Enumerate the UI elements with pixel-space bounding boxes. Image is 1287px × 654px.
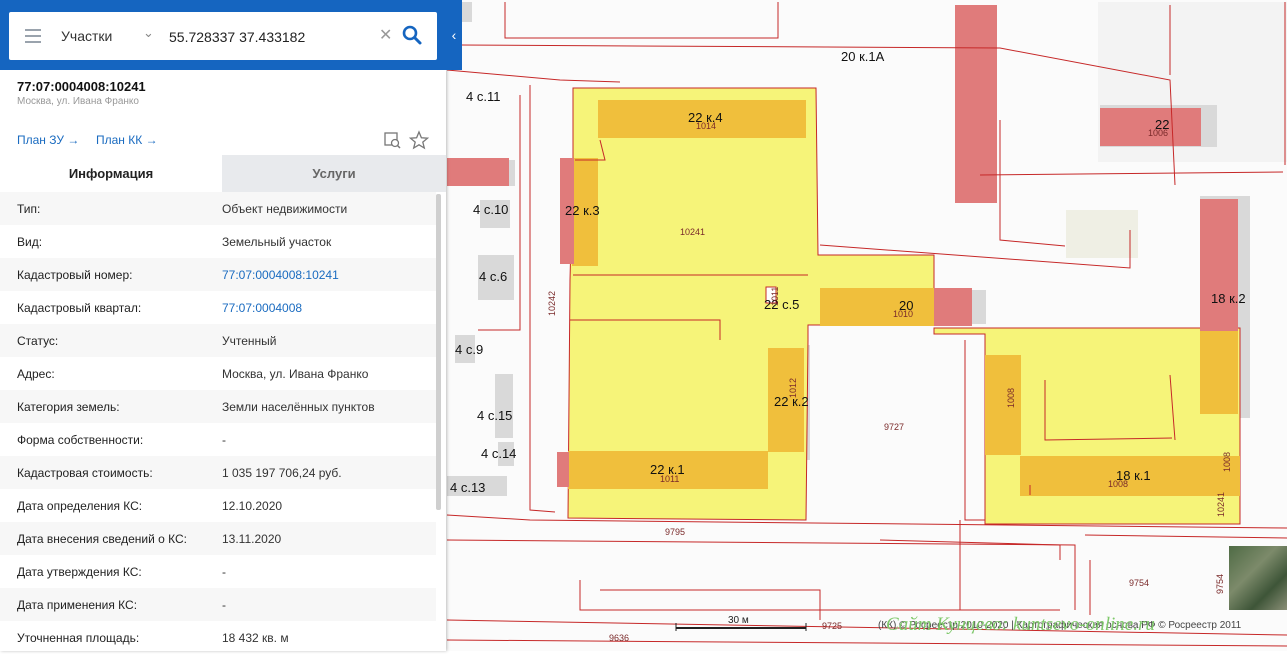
panel-tools	[384, 130, 444, 155]
search-icon[interactable]	[401, 24, 423, 46]
info-row: Дата внесения сведений о КС: 13.11.2020	[0, 522, 436, 555]
parcel-number: 1011	[770, 286, 780, 306]
info-row: Кадастровый номер: 77:07:0004008:10241	[0, 258, 436, 291]
info-row-key: Вид:	[17, 235, 43, 249]
info-row-key: Тип:	[17, 202, 41, 216]
info-row: Кадастровая стоимость: 1 035 197 706,24 р…	[0, 456, 436, 489]
search-mode-select[interactable]: Участки	[61, 28, 112, 44]
parcel-number: 9754	[1215, 573, 1225, 594]
satellite-layer-toggle[interactable]	[1229, 546, 1287, 610]
info-row-value: Учтенный	[222, 334, 277, 348]
watermark-text: Сайт Кунцево: kuntsevo-online.ru	[886, 614, 1155, 635]
info-row-value: 1 035 197 706,24 руб.	[222, 466, 342, 480]
parcel-number[interactable]: 9725	[822, 621, 842, 631]
clear-icon[interactable]: ✕	[379, 25, 392, 45]
building-label: 4 с.10	[473, 202, 509, 217]
parcel-number: 10241	[1216, 491, 1226, 517]
info-row-key: Дата определения КС:	[17, 499, 143, 513]
info-row: Статус: Учтенный	[0, 324, 436, 357]
parcel-number: 1014	[696, 121, 717, 131]
info-row-value[interactable]: 77:07:0004008:10241	[222, 268, 339, 282]
parcel-number: 1008	[1006, 387, 1016, 408]
tab-services[interactable]: Услуги	[222, 155, 446, 192]
object-cad-number: 77:07:0004008:10241	[17, 79, 146, 94]
info-row-value: 13.11.2020	[222, 532, 282, 546]
plan-kk-link[interactable]: План КК →	[96, 133, 158, 147]
find-on-map-icon[interactable]	[384, 132, 401, 149]
info-row-value: -	[222, 565, 226, 579]
building-label: 4 с.14	[481, 446, 517, 461]
building-label: 18 к.2	[1211, 291, 1246, 306]
info-row-value: 12.10.2020	[222, 499, 283, 513]
info-row-value[interactable]: 77:07:0004008	[222, 301, 302, 315]
parcel-number[interactable]: 9754	[1129, 578, 1149, 588]
building-label: 4 с.6	[479, 269, 508, 284]
chevron-down-icon[interactable]: ⌄	[143, 25, 154, 41]
plan-zu-link[interactable]: План ЗУ →	[17, 133, 79, 147]
info-row-key: Дата внесения сведений о КС:	[17, 532, 187, 546]
info-row: Дата применения КС: -	[0, 588, 436, 621]
info-row-key: Форма собственности:	[17, 433, 144, 447]
info-row-key: Статус:	[17, 334, 59, 348]
building-label: 20 к.1А	[841, 49, 885, 64]
object-address: Москва, ул. Ивана Франко	[17, 96, 139, 107]
info-row-key: Кадастровый номер:	[17, 268, 133, 282]
info-row: Форма собственности: -	[0, 423, 436, 456]
info-row-value: -	[222, 598, 226, 612]
parcel-number: 1008	[1108, 479, 1129, 489]
info-panel: Информация Услуги 77:07:0004008:10241 Мо…	[0, 0, 446, 651]
info-row-value: Объект недвижимости	[222, 202, 348, 216]
info-row-key: Уточненная площадь:	[17, 631, 140, 645]
tools-icons	[384, 130, 430, 150]
info-row: Уточненная площадь: 18 432 кв. м	[0, 621, 436, 654]
tab-information[interactable]: Информация	[0, 155, 222, 192]
scale-label: 30 м	[728, 615, 749, 626]
info-row-key: Категория земель:	[17, 400, 120, 414]
info-row: Вид: Земельный участок	[0, 225, 436, 258]
favorite-star-icon[interactable]	[408, 130, 430, 150]
info-row: Категория земель: Земли населённых пункто…	[0, 390, 436, 423]
info-table: Тип: Объект недвижимости Вид: Земельный уча…	[0, 192, 436, 654]
info-row-key: Кадастровый квартал:	[17, 301, 142, 315]
parcel-number: 1012	[788, 377, 798, 398]
panel-scrollbar[interactable]	[436, 194, 441, 510]
search-box: Участки ⌄ ✕	[9, 12, 437, 60]
parcel-number: 1011	[660, 474, 680, 484]
info-row-key: Кадастровая стоимость:	[17, 466, 153, 480]
building-label: 22 к.3	[565, 203, 600, 218]
info-row-value: Земельный участок	[222, 235, 332, 249]
building-label: 4 с.11	[466, 89, 501, 104]
search-header: Участки ⌄ ✕ ‹	[0, 0, 462, 70]
info-row-value: Москва, ул. Ивана Франко	[222, 367, 369, 381]
building-label: 4 с.13	[450, 480, 486, 495]
info-row-key: Дата применения КС:	[17, 598, 138, 612]
info-row: Кадастровый квартал: 77:07:0004008	[0, 291, 436, 324]
info-row-key: Дата утверждения КС:	[17, 565, 142, 579]
collapse-panel-icon[interactable]: ‹	[446, 0, 462, 70]
parcel-number: 1006	[1148, 128, 1169, 138]
parcel-number[interactable]: 9636	[609, 633, 629, 643]
building-label: 4 с.9	[455, 342, 484, 357]
parcel-number: 10242	[547, 290, 557, 316]
parcel-number[interactable]: 9795	[665, 527, 685, 537]
info-row: Адрес: Москва, ул. Ивана Франко	[0, 357, 436, 390]
info-row-key: Адрес:	[17, 367, 55, 381]
info-row: Дата утверждения КС: -	[0, 555, 436, 588]
info-row-value: 18 432 кв. м	[222, 631, 289, 645]
parcel-number[interactable]: 9727	[884, 422, 904, 432]
parcel-number: 1008	[1222, 451, 1232, 472]
info-row: Дата определения КС: 12.10.2020	[0, 489, 436, 522]
building-label: 4 с.15	[477, 408, 513, 423]
info-row-value: -	[222, 433, 226, 447]
parcel-number[interactable]: 10241	[680, 227, 705, 237]
search-input[interactable]	[167, 26, 381, 48]
panel-tabs: Информация Услуги	[0, 155, 446, 192]
parcel-number: 1010	[893, 309, 914, 319]
menu-icon[interactable]	[25, 29, 41, 43]
info-row-value: Земли населённых пунктов	[222, 400, 375, 414]
info-row: Тип: Объект недвижимости	[0, 192, 436, 225]
